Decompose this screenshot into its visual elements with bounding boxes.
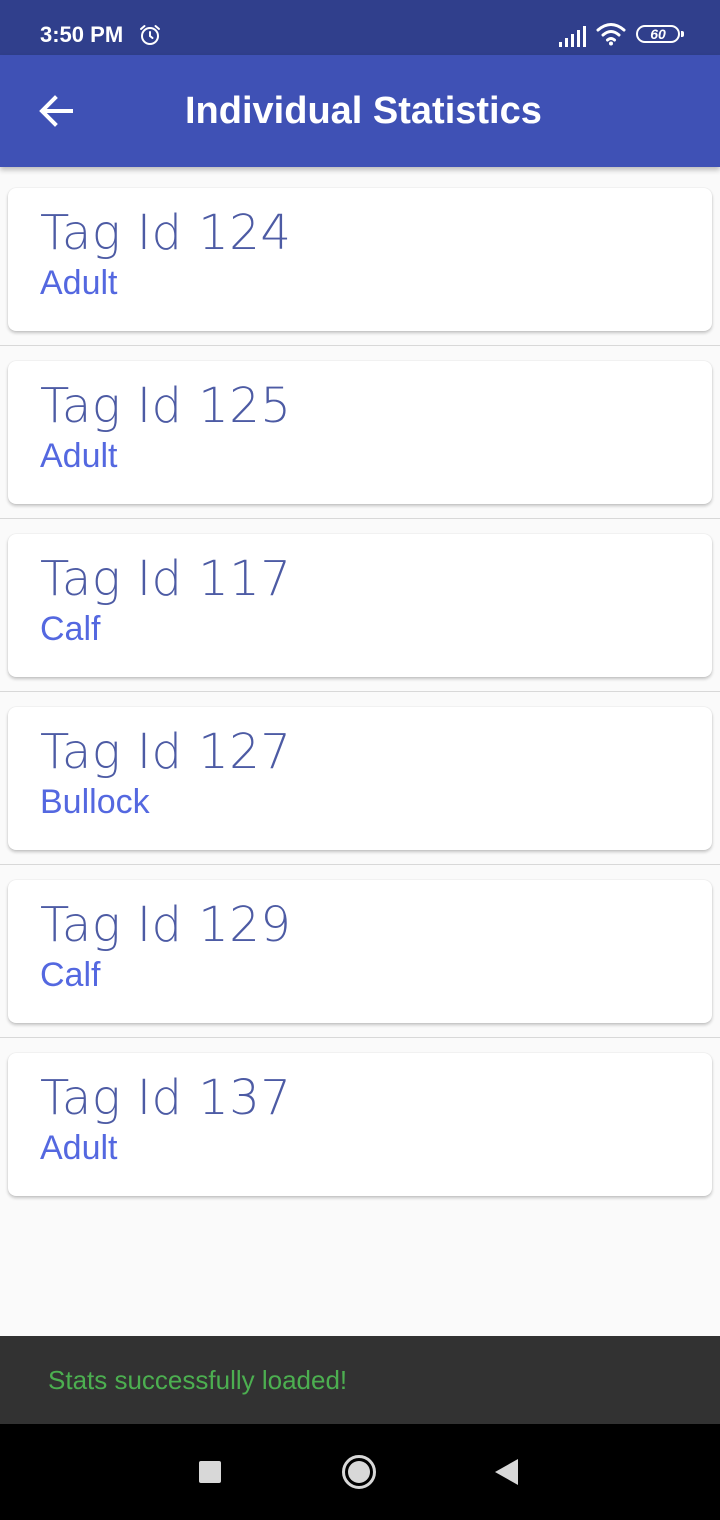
tag-title: Tag Id 125: [40, 378, 292, 434]
back-button[interactable]: [24, 75, 88, 147]
recents-square-icon[interactable]: [199, 1461, 221, 1483]
arrow-back-icon: [39, 95, 73, 127]
tag-category: Adult: [40, 437, 118, 475]
status-time: 3:50 PM: [40, 22, 124, 47]
signal-icon: [559, 26, 586, 47]
wifi-icon: [596, 23, 626, 46]
snackbar-message: Stats successfully loaded!: [48, 1365, 348, 1395]
tag-title: Tag Id 137: [40, 1070, 292, 1126]
list-item: Tag Id 125 Adult: [0, 346, 720, 519]
back-triangle-icon[interactable]: [494, 1458, 520, 1486]
tag-category: Calf: [40, 956, 101, 994]
list-item: Tag Id 127 Bullock: [0, 692, 720, 865]
tag-title: Tag Id 124: [40, 205, 292, 261]
status-bar: 3:50 PM 60: [0, 0, 720, 55]
system-nav-bar: [0, 1424, 720, 1520]
list-item: Tag Id 137 Adult: [0, 1038, 720, 1211]
tag-title: Tag Id 127: [40, 724, 292, 780]
home-circle-icon[interactable]: [341, 1454, 377, 1490]
tag-card[interactable]: Tag Id 117 Calf: [8, 534, 712, 677]
stats-list: Tag Id 124 Adult Tag Id 125 Adult Tag Id…: [0, 173, 720, 1211]
tag-card[interactable]: Tag Id 124 Adult: [8, 188, 712, 331]
snackbar: Stats successfully loaded!: [0, 1336, 720, 1424]
tag-card[interactable]: Tag Id 137 Adult: [8, 1053, 712, 1196]
tag-category: Adult: [40, 1129, 118, 1167]
tag-title: Tag Id 117: [40, 551, 292, 607]
tag-card[interactable]: Tag Id 129 Calf: [8, 880, 712, 1023]
list-item: Tag Id 124 Adult: [0, 173, 720, 346]
tag-card[interactable]: Tag Id 125 Adult: [8, 361, 712, 504]
list-item: Tag Id 129 Calf: [0, 865, 720, 1038]
list-item: Tag Id 117 Calf: [0, 519, 720, 692]
app-bar: Individual Statistics: [0, 55, 720, 167]
tag-title: Tag Id 129: [40, 897, 292, 953]
tag-category: Bullock: [40, 783, 150, 821]
page-title: Individual Statistics: [185, 90, 542, 132]
battery-icon: 60: [636, 25, 684, 43]
tag-category: Calf: [40, 610, 101, 648]
tag-card[interactable]: Tag Id 127 Bullock: [8, 707, 712, 850]
alarm-icon: [140, 25, 160, 45]
tag-category: Adult: [40, 264, 118, 302]
